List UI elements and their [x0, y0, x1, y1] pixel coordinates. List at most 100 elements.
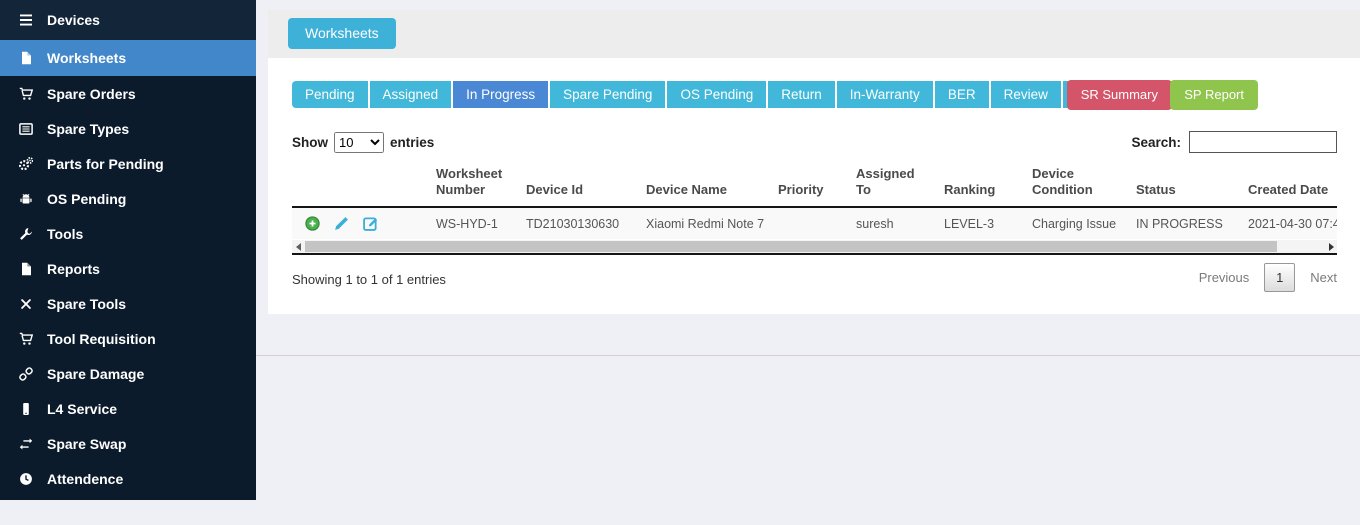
next-button[interactable]: Next	[1310, 270, 1337, 285]
sidebar-item-worksheets[interactable]: Worksheets	[0, 40, 256, 76]
sidebar-item-label: Spare Types	[47, 121, 129, 137]
sidebar-item-label: Parts for Pending	[47, 156, 164, 172]
sidebar-item-label: Spare Damage	[47, 366, 144, 382]
list-icon	[17, 122, 34, 136]
sidebar-item-label: Spare Orders	[47, 86, 136, 102]
table-header-row: Worksheet Number Device Id Device Name P…	[292, 160, 1337, 207]
tab-return[interactable]: Return	[768, 81, 837, 108]
table-row: WS-HYD-1 TD21030130630 Xiaomi Redmi Note…	[292, 207, 1337, 239]
sidebar: Devices Worksheets Spare Orders Spare Ty…	[0, 0, 256, 500]
page-header-band	[268, 10, 1360, 58]
column-device-id[interactable]: Device Id	[520, 160, 640, 207]
sp-report-button[interactable]: SP Report	[1170, 80, 1258, 110]
worksheets-page-button[interactable]: Worksheets	[288, 18, 396, 49]
search-control: Search:	[1131, 131, 1337, 153]
file-icon	[17, 51, 34, 65]
main-panel: Worksheets Pending Assigned In Progress …	[268, 10, 1360, 314]
sr-summary-button[interactable]: SR Summary	[1067, 80, 1172, 110]
tab-spare-pending[interactable]: Spare Pending	[550, 81, 667, 108]
cart-icon	[17, 332, 34, 346]
sidebar-item-spare-swap[interactable]: Spare Swap	[0, 426, 256, 461]
sidebar-item-label: Reports	[47, 261, 100, 277]
sidebar-item-l4-service[interactable]: L4 Service	[0, 391, 256, 426]
scroll-left-arrow-icon[interactable]	[292, 240, 304, 253]
sidebar-item-label: Tools	[47, 226, 83, 242]
wrench-icon	[17, 227, 34, 241]
sidebar-item-tool-requisition[interactable]: Tool Requisition	[0, 321, 256, 356]
tab-in-warranty[interactable]: In-Warranty	[837, 81, 935, 108]
entries-label: entries	[390, 135, 434, 150]
sidebar-item-label: Attendence	[47, 471, 123, 487]
show-entries-control: Show 10 entries	[292, 132, 434, 153]
edit-square-icon[interactable]	[363, 216, 379, 232]
add-circle-icon[interactable]	[305, 216, 321, 232]
sidebar-item-reports[interactable]: Reports	[0, 251, 256, 286]
column-device-name[interactable]: Device Name	[640, 160, 772, 207]
cell-priority	[772, 207, 850, 239]
tab-in-progress[interactable]: In Progress	[453, 81, 550, 108]
cell-created-date: 2021-04-30 07:42:2	[1242, 207, 1337, 239]
pencil-icon[interactable]	[334, 216, 350, 232]
row-actions	[298, 216, 424, 232]
sidebar-item-label: Devices	[47, 12, 100, 28]
cogs-icon	[17, 157, 34, 171]
column-device-condition[interactable]: Device Condition	[1026, 160, 1130, 207]
column-ranking[interactable]: Ranking	[938, 160, 1026, 207]
column-priority[interactable]: Priority	[772, 160, 850, 207]
sidebar-item-label: L4 Service	[47, 401, 117, 417]
cell-status: IN PROGRESS	[1130, 207, 1242, 239]
file-icon	[17, 262, 34, 276]
tab-pending[interactable]: Pending	[292, 81, 370, 108]
search-input[interactable]	[1189, 131, 1337, 153]
tab-assigned[interactable]: Assigned	[370, 81, 454, 108]
sidebar-item-label: OS Pending	[47, 191, 126, 207]
entries-summary: Showing 1 to 1 of 1 entries	[292, 272, 446, 287]
pagination: Previous 1 Next	[1199, 263, 1337, 292]
sidebar-item-label: Spare Tools	[47, 296, 126, 312]
sidebar-item-label: Tool Requisition	[47, 331, 156, 347]
sidebar-item-spare-orders[interactable]: Spare Orders	[0, 76, 256, 111]
column-worksheet-number[interactable]: Worksheet Number	[430, 160, 520, 207]
worksheets-table-container: Worksheet Number Device Id Device Name P…	[292, 160, 1337, 255]
sidebar-item-spare-tools[interactable]: Spare Tools	[0, 286, 256, 321]
page-size-select[interactable]: 10	[334, 132, 384, 153]
android-icon	[17, 192, 34, 206]
sidebar-item-attendence[interactable]: Attendence	[0, 461, 256, 496]
page-1-button[interactable]: 1	[1264, 263, 1295, 292]
sidebar-item-os-pending[interactable]: OS Pending	[0, 181, 256, 216]
previous-button[interactable]: Previous	[1199, 270, 1250, 285]
column-created-date[interactable]: Created Date	[1242, 160, 1337, 207]
column-status[interactable]: Status	[1130, 160, 1242, 207]
sidebar-item-devices[interactable]: Devices	[0, 0, 256, 40]
scroll-right-arrow-icon[interactable]	[1325, 240, 1337, 253]
sidebar-item-tools[interactable]: Tools	[0, 216, 256, 251]
sidebar-item-spare-types[interactable]: Spare Types	[0, 111, 256, 146]
cell-device-name: Xiaomi Redmi Note 7	[640, 207, 772, 239]
cell-device-condition: Charging Issue	[1026, 207, 1130, 239]
column-assigned-to[interactable]: Assigned To	[850, 160, 938, 207]
status-tabs: Pending Assigned In Progress Spare Pendi…	[292, 81, 1147, 108]
sidebar-item-label: Worksheets	[47, 50, 126, 66]
worksheets-page: Devices Worksheets Spare Orders Spare Ty…	[0, 0, 1360, 525]
tools-icon	[17, 297, 34, 311]
show-label: Show	[292, 135, 328, 150]
cell-worksheet-number: WS-HYD-1	[430, 207, 520, 239]
tab-review[interactable]: Review	[991, 81, 1063, 108]
unlink-icon	[17, 367, 34, 381]
horizontal-scrollbar[interactable]	[292, 240, 1337, 253]
sidebar-item-parts-for-pending[interactable]: Parts for Pending	[0, 146, 256, 181]
clock-icon	[17, 472, 34, 486]
column-actions	[292, 160, 430, 207]
sidebar-item-label: Spare Swap	[47, 436, 126, 452]
tab-ber[interactable]: BER	[935, 81, 991, 108]
tab-os-pending[interactable]: OS Pending	[667, 81, 768, 108]
bars-icon	[17, 13, 34, 27]
scrollbar-thumb[interactable]	[305, 241, 1277, 252]
mobile-icon	[17, 402, 34, 416]
swap-icon	[17, 437, 34, 451]
cell-device-id: TD21030130630	[520, 207, 640, 239]
cart-icon	[17, 87, 34, 101]
worksheets-table: Worksheet Number Device Id Device Name P…	[292, 160, 1337, 239]
cell-assigned-to: suresh	[850, 207, 938, 239]
sidebar-item-spare-damage[interactable]: Spare Damage	[0, 356, 256, 391]
